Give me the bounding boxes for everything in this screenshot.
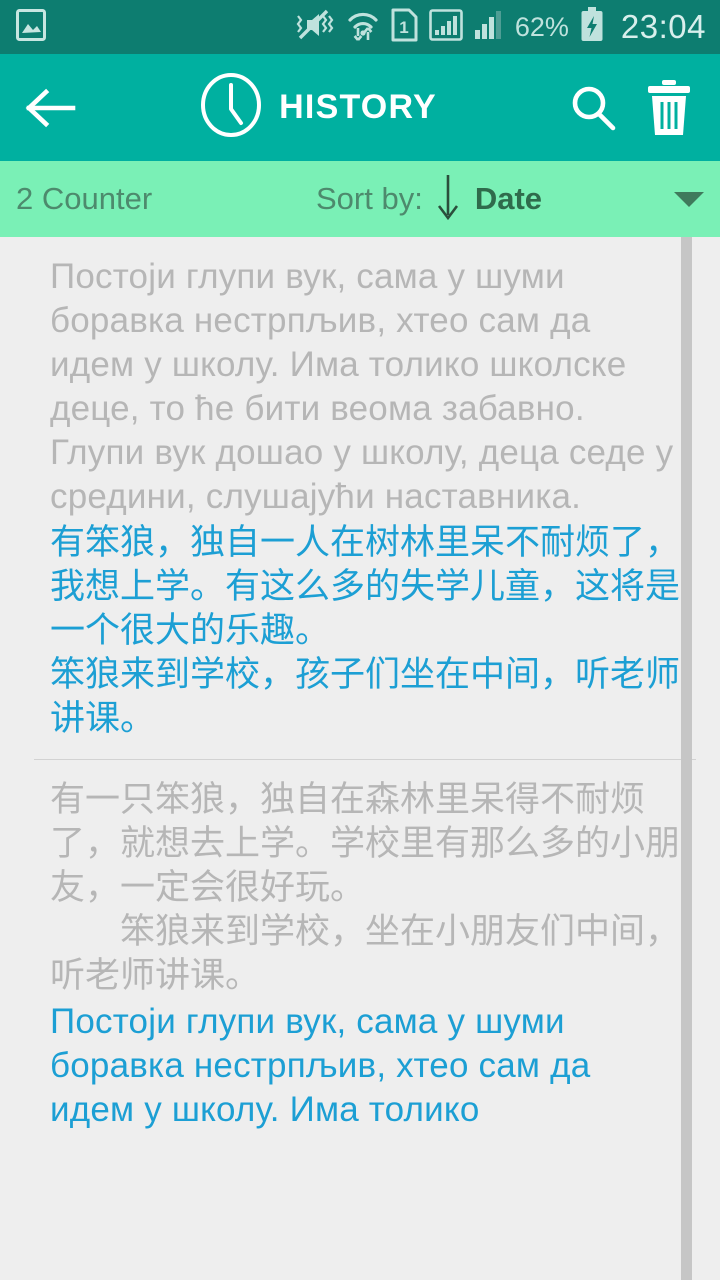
battery-percent-label: 62% [514,11,569,42]
sort-value-label[interactable]: Date [475,181,542,217]
status-bar-clock: 23:04 [620,8,706,45]
wifi-data-transfer-icon [346,8,380,47]
history-list[interactable]: Постоји глупи вук, сама у шуми боравка н… [0,237,720,1280]
gallery-photo-icon [16,8,46,46]
action-bar: HISTORY [0,54,720,161]
status-bar-notifications [16,8,295,46]
signal-bars-1-icon [429,8,463,47]
chevron-down-icon[interactable] [674,191,704,207]
history-list-item[interactable]: Постоји глупи вук, сама у шуми боравка н… [0,237,720,759]
sort-by-label: Sort by: [316,181,423,216]
sim-1-icon: 1 [391,8,418,47]
search-button[interactable] [562,77,624,139]
delete-all-button[interactable] [638,77,700,139]
mute-vibrate-icon [295,8,335,47]
scrollbar-thumb[interactable] [681,237,692,1280]
sort-bar[interactable]: 2 Counter Sort by: Date [0,161,720,237]
history-list-item[interactable]: 有一只笨狼，独自在森林里呆得不耐烦了，就想去上学。学校里有那么多的小朋友，一定会… [0,760,720,1150]
status-bar: 1 62% 23:04 [0,0,720,54]
svg-text:1: 1 [399,18,408,37]
history-item-source-text: Постоји глупи вук, сама у шуми боравка н… [50,257,674,516]
history-item-target-text: Постоји глупи вук, сама у шуми боравка н… [50,1002,601,1129]
status-bar-system-icons: 1 62% 23:04 [295,6,706,48]
history-item-source-text: 有一只笨狼，独自在森林里呆得不耐烦了，就想去上学。学校里有那么多的小朋友，一定会… [50,780,681,995]
counter-label: 2 Counter [16,181,153,216]
battery-charging-icon [580,6,604,48]
title-block: HISTORY [72,71,562,144]
history-item-target-text: 有笨狼，独自一人在树林里呆不耐烦了，我想上学。有这么多的失学儿童，这将是一个很大… [50,523,681,738]
sort-selector[interactable]: Sort by: Date [316,173,542,226]
sort-descending-arrow-icon[interactable] [435,173,461,226]
page-title: HISTORY [279,88,437,126]
signal-bars-2-icon [474,8,504,47]
vertical-scrollbar[interactable] [681,237,692,1280]
clock-icon [197,71,265,144]
